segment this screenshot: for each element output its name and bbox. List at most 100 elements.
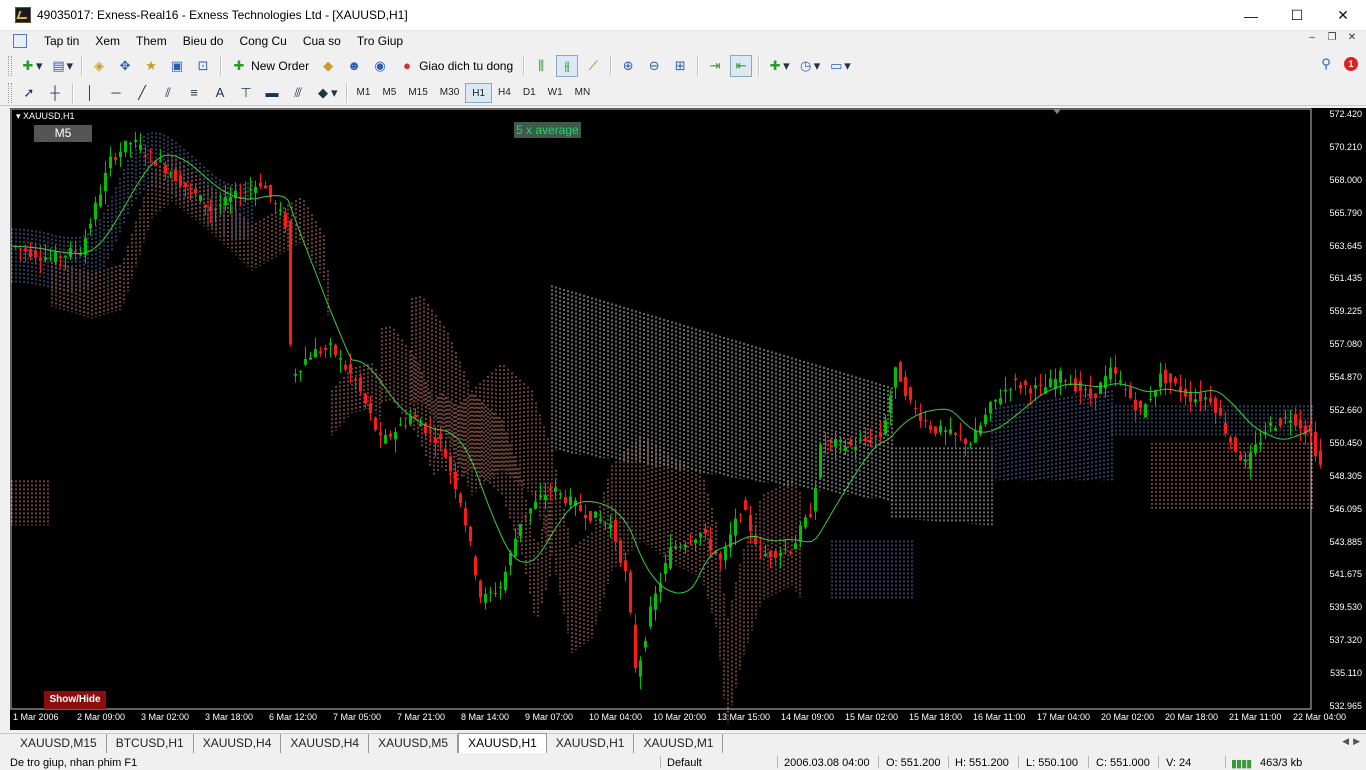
timeframe-badge[interactable]: M5 — [34, 125, 92, 142]
tab-scroll: ◀ ▶ — [1342, 736, 1360, 747]
menu-file[interactable]: Tap tin — [36, 31, 87, 51]
tab-scroll-left-icon[interactable]: ◀ — [1342, 736, 1349, 747]
menu-charts[interactable]: Bieu do — [175, 31, 232, 51]
candle-body — [1219, 407, 1222, 416]
time-tick-label: 17 Mar 04:00 — [1037, 712, 1091, 722]
timeframe-m5[interactable]: M5 — [376, 83, 402, 103]
time-tick-label: 1 Mar 2006 — [13, 712, 59, 722]
candle-body — [59, 256, 62, 258]
chart-tab[interactable]: XAUUSD,H4 — [194, 734, 282, 753]
text-button[interactable]: A — [209, 82, 231, 104]
candle-body — [149, 151, 152, 153]
chart-tab[interactable]: XAUUSD,H1 — [547, 734, 635, 753]
profiles-button[interactable]: ▤ ▾ — [49, 55, 76, 77]
timeframe-m1[interactable]: M1 — [351, 83, 377, 103]
indicators-button[interactable]: ✚ ▾ — [765, 55, 792, 77]
chart-window-icon[interactable] — [13, 34, 27, 48]
bar-chart-button[interactable]: ⫼ — [530, 55, 552, 77]
maximize-button[interactable]: ☐ — [1274, 0, 1320, 31]
gann-button[interactable]: ⫻ — [287, 82, 309, 104]
candle-body — [384, 434, 387, 444]
metaeditor-button[interactable]: ◆ — [317, 55, 339, 77]
arrows-button[interactable]: ◆ ▾ — [313, 82, 340, 104]
chart-tab[interactable]: BTCUSD,H1 — [107, 734, 194, 753]
candle-body — [924, 419, 927, 421]
mdi-close-button[interactable]: ✕ — [1344, 31, 1360, 47]
notification-badge[interactable]: 1 — [1344, 57, 1358, 71]
horizontal-line-button[interactable]: ─ — [105, 82, 127, 104]
mdi-restore-button[interactable]: ❐ — [1324, 31, 1340, 47]
menu-insert[interactable]: Them — [128, 31, 175, 51]
templates-button[interactable]: ▭ ▾ — [826, 55, 853, 77]
search-icon[interactable]: ⚲ — [1318, 56, 1334, 72]
chart-tab-active[interactable]: XAUUSD,H1 — [458, 733, 547, 753]
fibonacci-button[interactable]: ≡ — [183, 82, 205, 104]
zoom-out-button[interactable]: ⊖ — [643, 55, 665, 77]
menu-window[interactable]: Cua so — [295, 31, 349, 51]
vertical-line-button[interactable]: │ — [79, 82, 101, 104]
chart-tab[interactable]: XAUUSD,M1 — [634, 734, 724, 753]
tab-scroll-right-icon[interactable]: ▶ — [1353, 736, 1360, 747]
zoom-in-button[interactable]: ⊕ — [617, 55, 639, 77]
new-chart-button[interactable]: ✚ ▾ — [18, 55, 45, 77]
strategy-tester-button[interactable]: ⊡ — [192, 55, 214, 77]
price-chart[interactable] — [10, 108, 1366, 730]
price-tick-label: 537.320 — [1329, 635, 1362, 646]
candle-body — [1139, 401, 1142, 408]
menu-view[interactable]: Xem — [87, 31, 128, 51]
vertical-line-icon: │ — [85, 84, 95, 100]
candle-body — [114, 157, 117, 161]
crosshair-button[interactable]: ┼ — [44, 82, 66, 104]
market-watch-button[interactable]: ◈ — [88, 55, 110, 77]
tile-windows-button[interactable]: ⊞ — [669, 55, 691, 77]
candle-body — [1169, 373, 1172, 383]
minimize-button[interactable]: — — [1228, 0, 1274, 31]
candle-body — [849, 441, 852, 445]
crosshair-tool-icon: ┼ — [50, 84, 60, 100]
rectangle-button[interactable]: ▬ — [261, 82, 283, 104]
timeframe-m15[interactable]: M15 — [402, 83, 433, 103]
market-button[interactable]: ◉ — [369, 55, 391, 77]
terminal-button[interactable]: ▣ — [166, 55, 188, 77]
line-chart-button[interactable]: ⟋ — [582, 55, 604, 77]
new-order-button[interactable]: ✚ New Order — [227, 55, 313, 77]
timeframe-h1[interactable]: H1 — [465, 82, 493, 103]
navigator-button[interactable]: ✥ — [114, 55, 136, 77]
fibonacci-icon: ≡ — [190, 84, 198, 100]
menu-help[interactable]: Tro Giup — [349, 31, 411, 51]
toolbar-grip[interactable] — [8, 56, 12, 76]
close-button[interactable]: ✕ — [1320, 0, 1366, 31]
candle-body — [759, 547, 762, 549]
channel-button[interactable]: ⫽ — [157, 82, 179, 104]
timeframe-d1[interactable]: D1 — [517, 83, 542, 103]
chart-tab[interactable]: XAUUSD,M5 — [369, 734, 459, 753]
trendline-button[interactable]: ╱ — [131, 82, 153, 104]
chart-window[interactable]: ▾ XAUUSD,H1 M5 5 x average Show/Hide 572… — [10, 108, 1366, 730]
time-tick-label: 10 Mar 04:00 — [589, 712, 643, 722]
periods-button[interactable]: ◷ ▾ — [796, 55, 823, 77]
candle-body — [439, 434, 442, 439]
candle-body — [104, 172, 107, 192]
autotrading-button[interactable]: ● Giao dich tu dong — [395, 55, 517, 77]
candlestick-button[interactable]: ⫵ — [556, 55, 579, 77]
candle-body — [324, 347, 327, 350]
show-hide-button[interactable]: Show/Hide — [44, 691, 106, 709]
toolbar-grip[interactable] — [8, 82, 12, 103]
timeframe-h4[interactable]: H4 — [492, 83, 517, 103]
mdi-minimize-button[interactable]: – — [1304, 31, 1320, 47]
chart-tab[interactable]: XAUUSD,H4 — [281, 734, 370, 753]
signals-button[interactable]: ☻ — [343, 55, 365, 77]
candle-body — [434, 437, 437, 444]
timeframe-m30[interactable]: M30 — [434, 83, 465, 103]
candle-body — [449, 456, 452, 472]
timeframe-w1[interactable]: W1 — [542, 83, 569, 103]
auto-scroll-button[interactable]: ⇥ — [704, 55, 726, 77]
menu-tools[interactable]: Cong Cu — [231, 31, 294, 51]
cursor-button[interactable]: ➚ — [18, 82, 40, 104]
text-label-button[interactable]: ⊤ — [235, 82, 257, 104]
data-window-button[interactable]: ★ — [140, 55, 162, 77]
timeframe-mn[interactable]: MN — [569, 83, 597, 103]
candle-body — [244, 191, 247, 193]
chart-tab[interactable]: XAUUSD,M15 — [11, 734, 107, 753]
chart-shift-button[interactable]: ⇤ — [730, 55, 753, 77]
